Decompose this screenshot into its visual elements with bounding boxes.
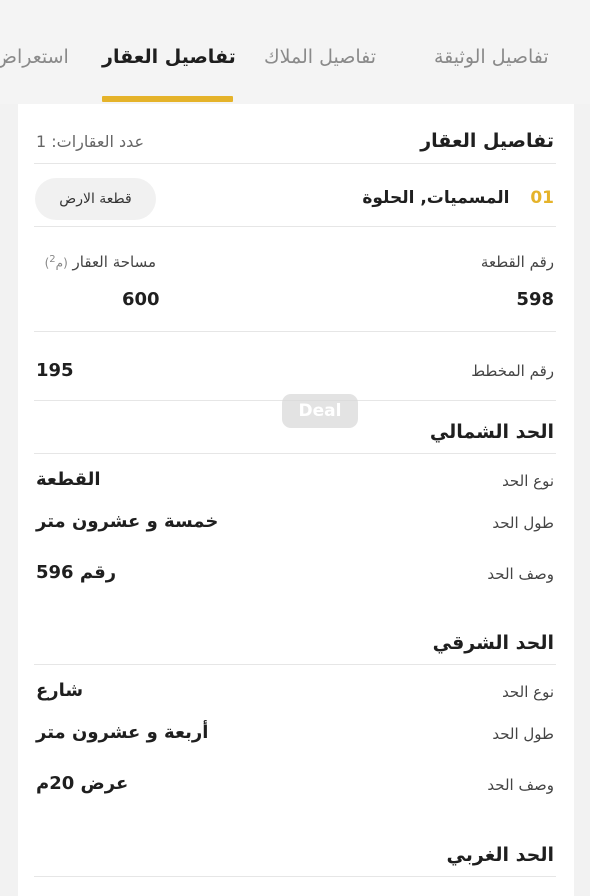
property-index: 01 [530,188,554,208]
card-title: تفاصيل العقار [420,130,554,152]
tab-property-details[interactable]: تفاصيل العقار [102,46,236,68]
east-desc-label: وصف الحد [487,776,554,794]
east-boundary-title: الحد الشرقي [432,632,554,654]
west-boundary-title: الحد الغربي [446,844,554,866]
divider [34,453,556,454]
scheme-number-label: رقم المخطط [471,362,554,380]
property-name: المسميات, الحلوة [362,188,510,208]
north-desc-value: رقم 596 [36,562,117,583]
tab-owners-details[interactable]: تفاصيل الملاك [264,46,376,68]
plot-number-value: 598 [516,289,554,310]
divider [34,226,556,227]
property-type-chip: قطعة الارض [35,178,156,220]
tab-document-details[interactable]: تفاصيل الوثيقة [434,46,549,68]
tab-bar: استعراض تفاصيل العقار تفاصيل الملاك تفاص… [0,0,590,104]
divider [34,664,556,665]
deal-watermark-logo: Deal [282,394,358,428]
north-type-label: نوع الحد [502,472,554,490]
divider [34,163,556,164]
east-length-value: أربعة و عشرون متر [36,722,209,743]
property-title: 01 المسميات, الحلوة [362,188,554,208]
north-length-value: خمسة و عشرون متر [36,511,219,532]
property-count: عدد العقارات: 1 [36,132,145,151]
east-desc-value: عرض 20م [36,773,129,794]
scheme-number-value: 195 [36,360,74,381]
north-desc-label: وصف الحد [487,565,554,583]
north-type-value: القطعة [36,469,101,490]
tab-overview[interactable]: استعراض [0,46,69,68]
east-type-label: نوع الحد [502,683,554,701]
area-unit: (م2) [44,254,68,270]
divider [34,876,556,877]
area-label: مساحة العقار (م2) [45,253,156,271]
north-boundary-title: الحد الشمالي [429,421,554,443]
east-length-label: طول الحد [492,725,554,743]
area-value: 600 [122,289,160,310]
divider [34,331,556,332]
north-length-label: طول الحد [492,514,554,532]
area-label-text: مساحة العقار [72,253,156,271]
east-type-value: شارع [36,680,84,701]
active-tab-indicator [102,96,233,102]
plot-number-label: رقم القطعة [480,253,554,271]
